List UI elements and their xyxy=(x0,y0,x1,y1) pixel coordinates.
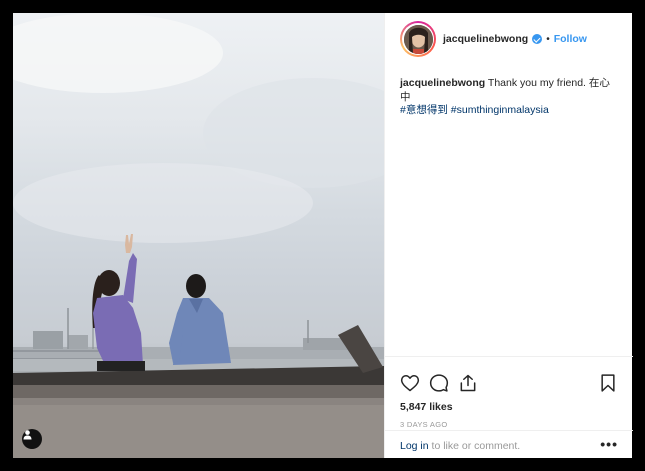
post-header: jacquelinebwong • Follow xyxy=(385,13,633,65)
more-options-icon[interactable]: ••• xyxy=(600,436,618,452)
hashtag-link[interactable]: #意想得到 xyxy=(400,104,448,116)
post-timestamp[interactable]: 3 DAYS AGO xyxy=(400,420,447,429)
comment-bar: Log in to like or comment. ••• xyxy=(385,430,633,459)
separator-dot: • xyxy=(546,33,550,45)
user-tag-icon[interactable] xyxy=(22,429,42,449)
login-link[interactable]: Log in xyxy=(400,440,429,452)
hashtag-link[interactable]: #sumthinginmalaysia xyxy=(451,104,549,116)
caption-username[interactable]: jacquelinebwong xyxy=(400,77,485,89)
post-caption: jacquelinebwong Thank you my friend. 在心中… xyxy=(400,77,618,118)
bookmark-icon[interactable] xyxy=(598,373,618,398)
verified-badge-icon xyxy=(532,34,543,44)
comment-icon[interactable] xyxy=(429,373,449,398)
photo-scene xyxy=(13,13,384,458)
post-side-panel: jacquelinebwong • Follow jacquelinebwong… xyxy=(384,13,633,458)
login-prompt-text: to like or comment. xyxy=(428,440,521,452)
post-footer: 5,847 likes 3 DAYS AGO Log in to like or… xyxy=(385,356,633,452)
follow-button[interactable]: Follow xyxy=(554,33,587,45)
avatar[interactable] xyxy=(400,21,436,57)
post-dialog: jacquelinebwong • Follow jacquelinebwong… xyxy=(13,13,633,458)
likes-count[interactable]: 5,847 likes xyxy=(400,401,453,413)
username-link[interactable]: jacquelinebwong xyxy=(443,33,528,45)
heart-icon[interactable] xyxy=(400,373,420,398)
action-bar xyxy=(400,373,618,395)
share-icon[interactable] xyxy=(458,373,478,398)
post-photo[interactable] xyxy=(13,13,384,458)
login-prompt: Log in to like or comment. xyxy=(400,440,520,452)
